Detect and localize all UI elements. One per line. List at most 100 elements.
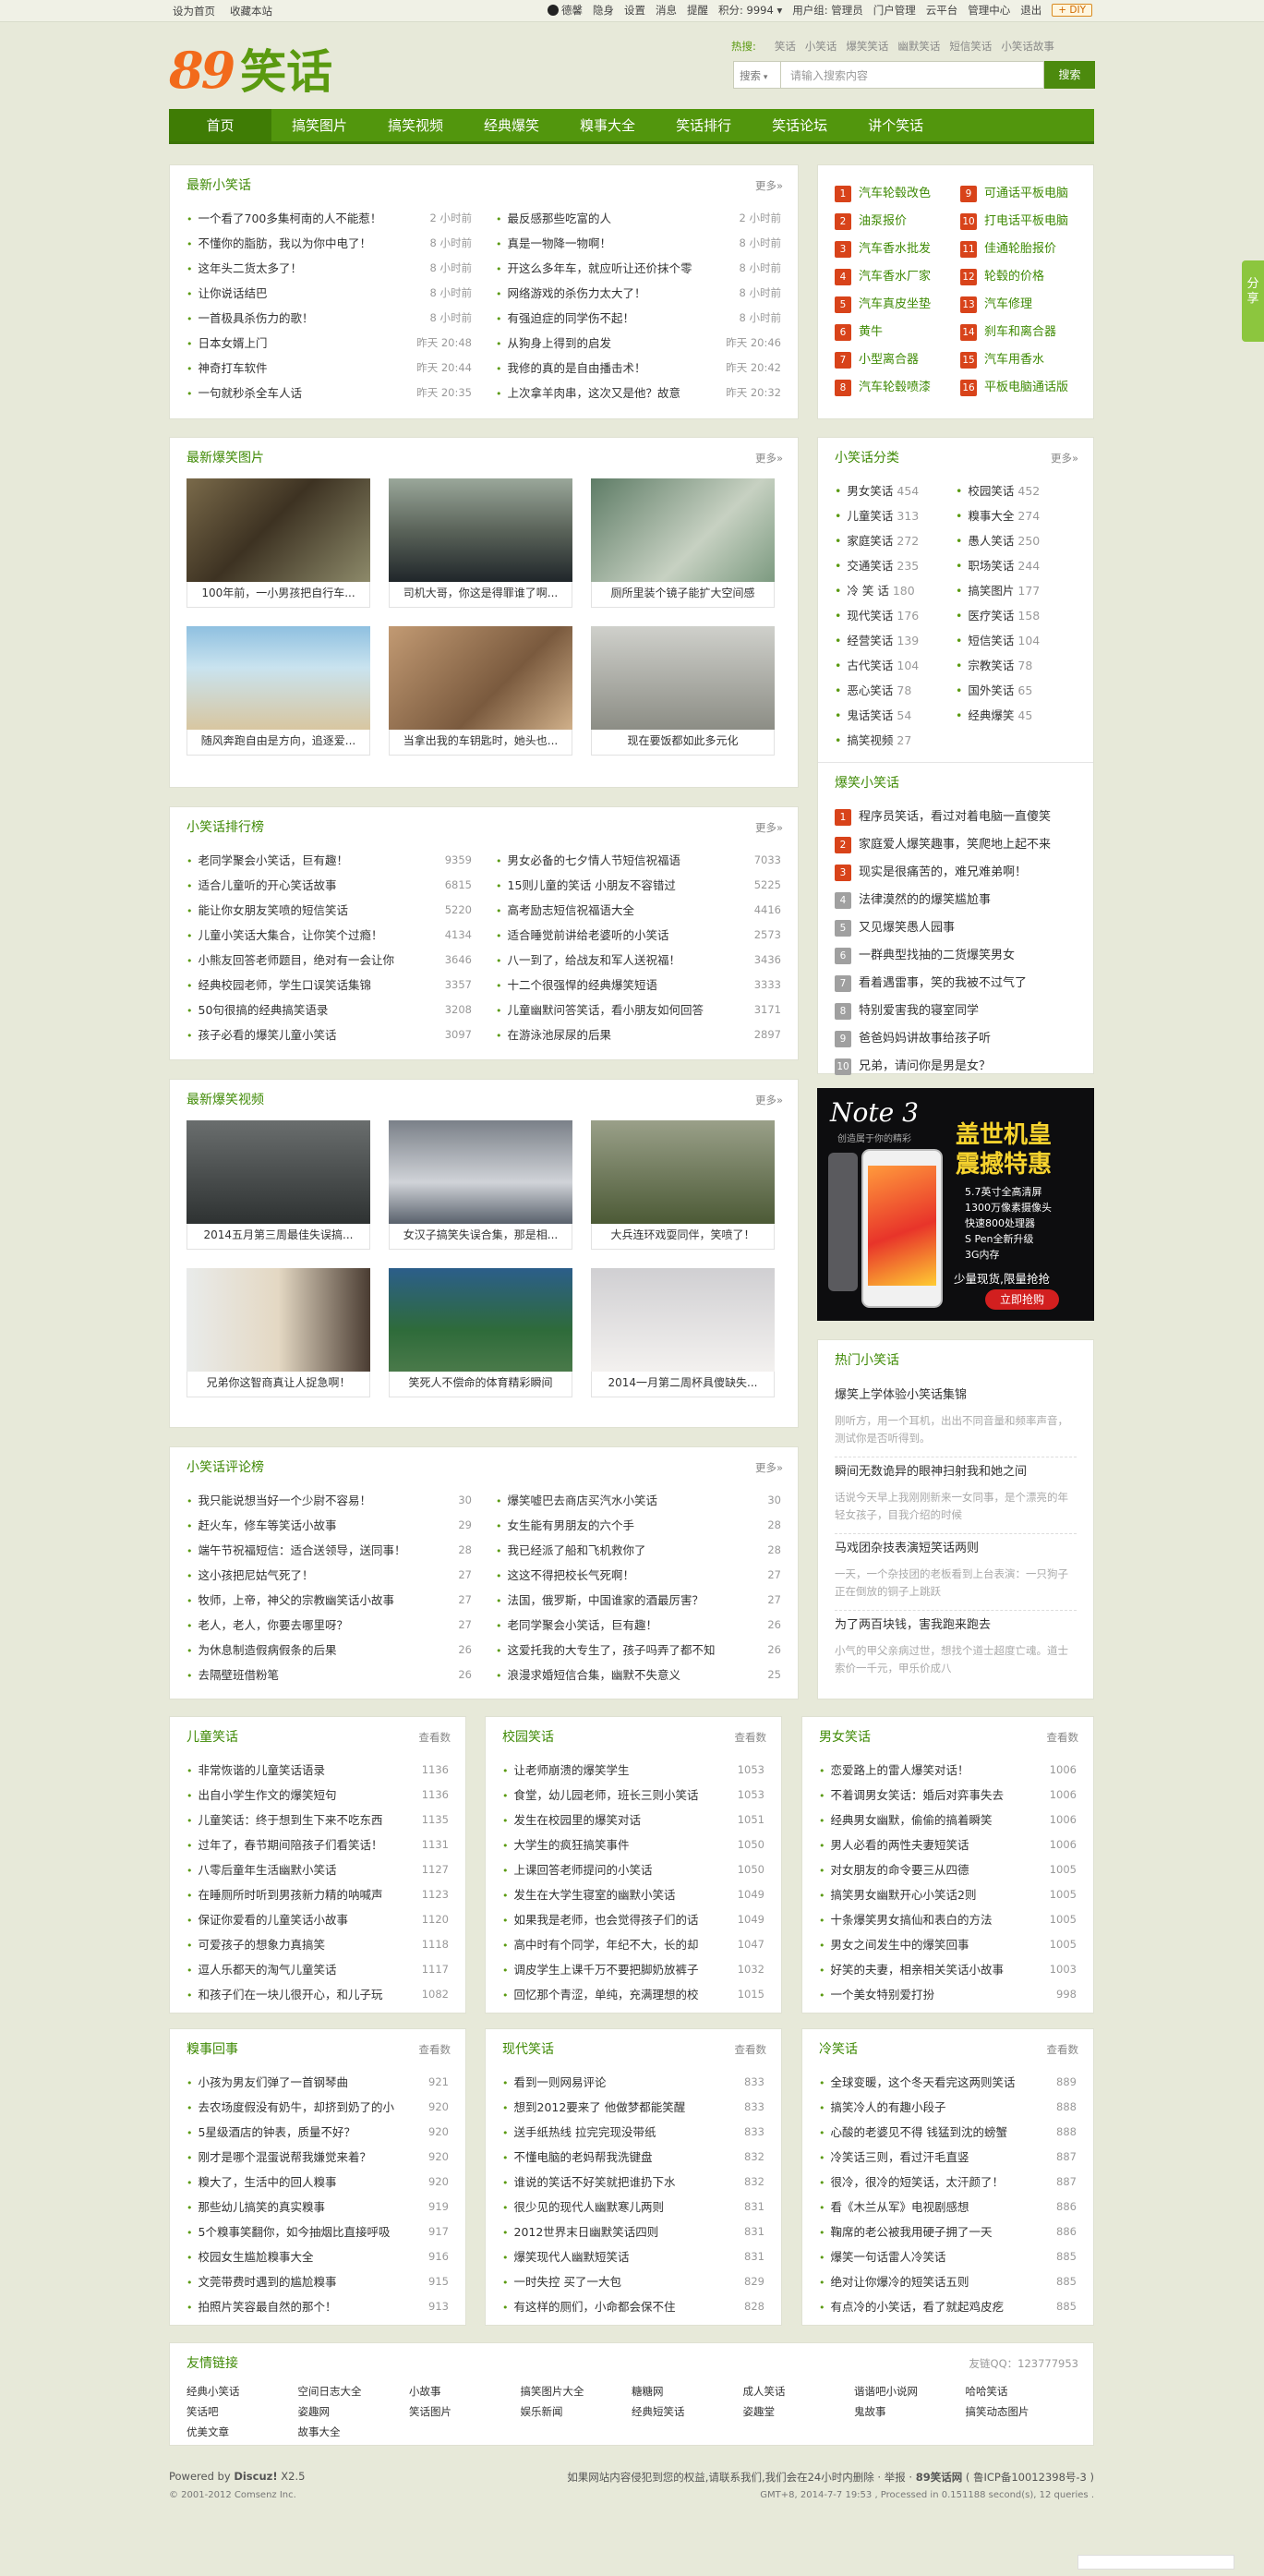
category-item[interactable]: 男女笑话 454	[835, 478, 956, 503]
search-button[interactable]: 搜索	[1044, 61, 1095, 89]
category-name[interactable]: 糗事大全	[968, 509, 1014, 523]
category-name[interactable]: 儿童笑话	[847, 509, 893, 523]
report-link[interactable]: 举报	[885, 2471, 906, 2484]
link-text[interactable]: 佳通轮胎报价	[984, 236, 1056, 263]
friend-link[interactable]: 鬼故事	[854, 2404, 966, 2419]
category-item[interactable]: 恶心笑话 78	[835, 678, 956, 703]
list-item[interactable]: 在睡厕所时听到男孩新力精的呐喊声 1123	[187, 1882, 450, 1907]
list-item[interactable]: 八一到了，给战友和军人送祝福！ 3436	[496, 948, 782, 973]
item-title[interactable]: 能让你女朋友笑喷的短信笑话	[187, 898, 439, 923]
item-title[interactable]: 我只能说想当好一个少尉不容易！	[187, 1488, 452, 1513]
hot-search-item[interactable]: 幽默笑话	[897, 40, 940, 53]
list-item[interactable]: 十二个很强悍的经典爆笑短语 3333	[496, 973, 782, 998]
list-item[interactable]: 2012世界末日幽默笑话四则 831	[502, 2219, 765, 2244]
sponsor-link[interactable]: 13 汽车修理	[960, 291, 1077, 319]
picture-card[interactable]: 司机大哥，你这是得罪谁了啊...	[389, 478, 572, 608]
nav-item[interactable]: 讲个笑话	[848, 109, 944, 141]
link-text[interactable]: 汽车用香水	[984, 346, 1044, 374]
list-item[interactable]: 5星级酒店的钟表，质量不好？ 920	[187, 2120, 450, 2145]
list-item[interactable]: 调皮学生上课千万不要把脚奶放裤子 1032	[502, 1957, 765, 1982]
item-title[interactable]: 一个美女特别爱打扮	[819, 1982, 1051, 2007]
item-title[interactable]: 送手纸热线 拉完完现没带纸	[502, 2120, 739, 2145]
item-title[interactable]: 爆笑嘘巴去商店买汽水小笑话	[496, 1488, 762, 1513]
item-title[interactable]: 很冷，很冷的短笑话，太汗颜了！	[819, 2170, 1051, 2195]
sponsor-link[interactable]: 1 汽车轮毂改色	[835, 180, 951, 208]
list-item[interactable]: 4 法律漠然的的爆笑尴尬事	[835, 887, 1077, 914]
item-title[interactable]: 神奇打车软件	[187, 356, 411, 381]
video-caption[interactable]: 笑死人不偿命的体育精彩瞬间	[389, 1372, 572, 1397]
site-link[interactable]: 89笑话网	[916, 2471, 963, 2484]
category-name[interactable]: 冷 笑 话	[847, 584, 888, 598]
category-item[interactable]: 短信笑话104	[956, 628, 1077, 653]
item-title[interactable]: 那些幼儿搞笑的真实糗事	[187, 2195, 423, 2219]
item-title[interactable]: 适合睡觉前讲给老婆听的小笑话	[496, 923, 749, 948]
item-title[interactable]: 兄弟，请问你是男是女？	[859, 1053, 991, 1081]
item-title[interactable]: 浪漫求婚短信合集，幽默不失意义	[496, 1663, 762, 1687]
item-title[interactable]: 十条爆笑男女搞仙和表白的方法	[819, 1907, 1044, 1932]
more-link[interactable]: 查看数	[1047, 2042, 1079, 2057]
video-caption[interactable]: 2014一月第二周杯具傻缺失...	[591, 1372, 775, 1397]
item-title[interactable]: 儿童幽默问答笑话，看小朋友如何回答	[496, 998, 749, 1022]
more-link[interactable]: 查看数	[735, 2042, 767, 2057]
user-group[interactable]: 用户组: 管理员	[792, 3, 863, 18]
item-title[interactable]: 很少见的现代人幽默寒儿两则	[502, 2195, 739, 2219]
item-title[interactable]: 搞笑男女幽默开心小笑话2则	[819, 1882, 1044, 1907]
item-title[interactable]: 儿童小笑话大集合，让你笑个过瘾！	[187, 923, 439, 948]
friend-link[interactable]: 姿趣堂	[743, 2404, 855, 2419]
nav-item[interactable]: 搞笑图片	[271, 109, 367, 141]
category-item[interactable]: 冷 笑 话 180	[835, 578, 956, 603]
list-item[interactable]: 儿童小笑话大集合，让你笑个过瘾！ 4134	[187, 923, 473, 948]
hot-search-item[interactable]: 小笑话故事	[1001, 40, 1054, 53]
item-title[interactable]: 端午节祝福短信：适合送领导，送同事！	[187, 1538, 452, 1563]
item-title[interactable]: 程序员笑话，看过对着电脑一直傻笑	[859, 804, 1051, 831]
friend-link[interactable]: 姿趣网	[298, 2404, 410, 2419]
item-title[interactable]: 刚才是哪个混蛋说帮我嫌觉来着？	[187, 2145, 423, 2170]
list-item[interactable]: 很冷，很冷的短笑话，太汗颜了！ 887	[819, 2170, 1077, 2195]
item-title[interactable]: 小熊友回答老师题目，绝对有一会让你	[187, 948, 439, 973]
item-title[interactable]: 法国，俄罗斯，中国谁家的酒最厉害？	[496, 1588, 762, 1613]
list-item[interactable]: 谁说的笑话不好笑就把谁扔下水 832	[502, 2170, 765, 2195]
list-item[interactable]: 校园女生尴尬糗事大全 916	[187, 2244, 450, 2269]
item-title[interactable]: 有点冷的小笑话，看了就起鸡皮疙	[819, 2294, 1051, 2319]
picture-thumbnail[interactable]	[187, 478, 370, 582]
category-name[interactable]: 经营笑话	[847, 634, 893, 647]
item-title[interactable]: 男女必备的七夕情人节短信祝福语	[496, 848, 749, 873]
list-item[interactable]: 去农场度假没有奶牛，却挤到奶了的小 920	[187, 2095, 450, 2120]
list-item[interactable]: 神奇打车软件昨天 20:44	[187, 356, 473, 381]
picture-caption[interactable]: 随风奔跑自由是方向，追逐爱...	[187, 730, 370, 756]
list-item[interactable]: 孩子必看的爆笑儿童小笑话 3097	[187, 1022, 473, 1047]
picture-card[interactable]: 随风奔跑自由是方向，追逐爱...	[187, 626, 370, 756]
site-logo[interactable]: 89 笑话	[169, 35, 332, 100]
category-item[interactable]: 搞笑视频 27	[835, 728, 956, 753]
item-title[interactable]: 男人必看的两性夫妻短笑话	[819, 1832, 1044, 1857]
item-title[interactable]: 在睡厕所时听到男孩新力精的呐喊声	[187, 1882, 416, 1907]
sponsor-link[interactable]: 7 小型离合器	[835, 346, 951, 374]
video-thumbnail[interactable]	[389, 1120, 572, 1224]
notify-link[interactable]: 提醒	[687, 3, 708, 18]
list-item[interactable]: 去隔壁班借粉笔 26	[187, 1663, 473, 1687]
item-title[interactable]: 这这不得把校长气死啊！	[496, 1563, 762, 1588]
friend-link[interactable]: 经典短笑话	[632, 2404, 743, 2419]
list-item[interactable]: 5 又见爆笑愚人园事	[835, 914, 1077, 942]
video-card[interactable]: 大兵连环戏耍同伴，笑喷了！	[591, 1120, 775, 1250]
item-title[interactable]: 谁说的笑话不好笑就把谁扔下水	[502, 2170, 739, 2195]
item-title[interactable]: 我已经派了船和飞机救你了	[496, 1538, 762, 1563]
sponsor-link[interactable]: 14 刹车和离合器	[960, 319, 1077, 346]
video-caption[interactable]: 女汉子搞笑失误合集，那是相...	[389, 1224, 572, 1250]
link-text[interactable]: 轮毂的价格	[984, 263, 1044, 291]
item-title[interactable]: 老人，老人，你要去哪里呀？	[187, 1613, 452, 1638]
item-title[interactable]: 文莞带费时遇到的尴尬糗事	[187, 2269, 423, 2294]
category-item[interactable]: 糗事大全274	[956, 503, 1077, 528]
list-item[interactable]: 让你说话结巴 8 小时前	[187, 281, 473, 306]
item-title[interactable]: 恋爱路上的雷人爆笑对话！	[819, 1758, 1044, 1783]
points-menu[interactable]: 积分: 9994 ▾	[718, 3, 782, 18]
list-item[interactable]: 全球变暖，这个冬天看完这两则笑话 889	[819, 2070, 1077, 2095]
category-name[interactable]: 搞笑图片	[968, 584, 1014, 598]
item-title[interactable]: 上课回答老师提问的小笑话	[502, 1857, 732, 1882]
list-item[interactable]: 让老师崩溃的爆笑学生 1053	[502, 1758, 765, 1783]
list-item[interactable]: 想到2012要来了 他做梦都能笑醒 833	[502, 2095, 765, 2120]
item-title[interactable]: 去农场度假没有奶牛，却挤到奶了的小	[187, 2095, 423, 2120]
list-item[interactable]: 小孩为男友们弹了一首钢琴曲 921	[187, 2070, 450, 2095]
category-name[interactable]: 家庭笑话	[847, 534, 893, 548]
list-item[interactable]: 逗人乐都天的淘气儿童笑话 1117	[187, 1957, 450, 1982]
